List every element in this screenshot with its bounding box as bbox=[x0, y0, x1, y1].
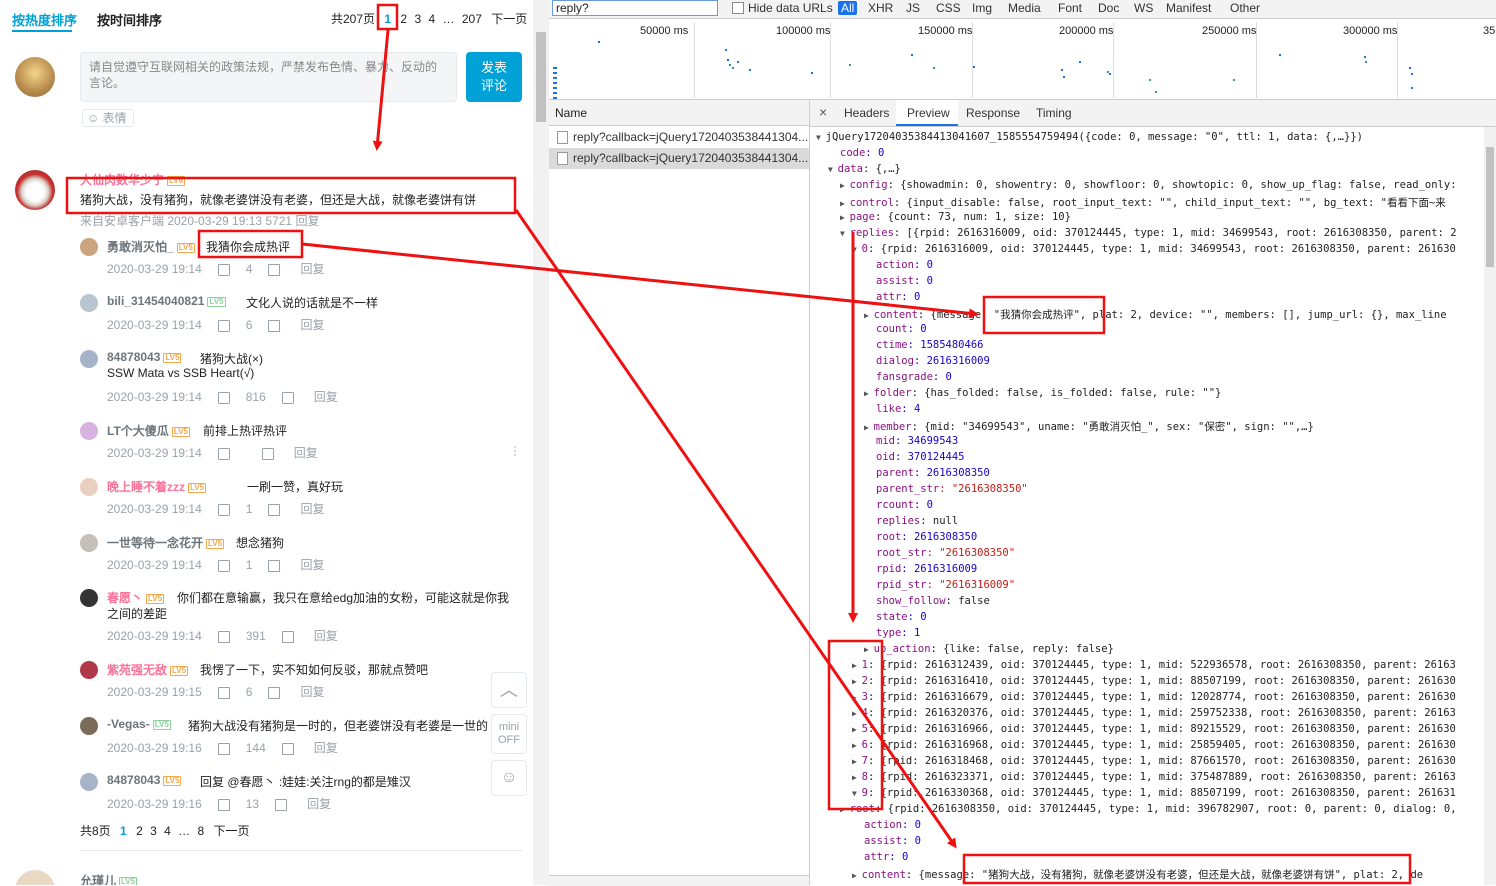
annotation-box bbox=[982, 295, 1106, 335]
annotation-box bbox=[962, 853, 1412, 885]
annotation-box bbox=[197, 229, 304, 259]
annotation-box bbox=[65, 176, 517, 215]
annotation-box bbox=[376, 3, 399, 31]
annotation-spacer bbox=[516, 197, 1020, 360]
annotation-box bbox=[827, 639, 884, 811]
annotation-arrow bbox=[372, 29, 390, 151]
annotation-overlay bbox=[65, 3, 1412, 885]
annotation-arrow bbox=[301, 242, 979, 319]
